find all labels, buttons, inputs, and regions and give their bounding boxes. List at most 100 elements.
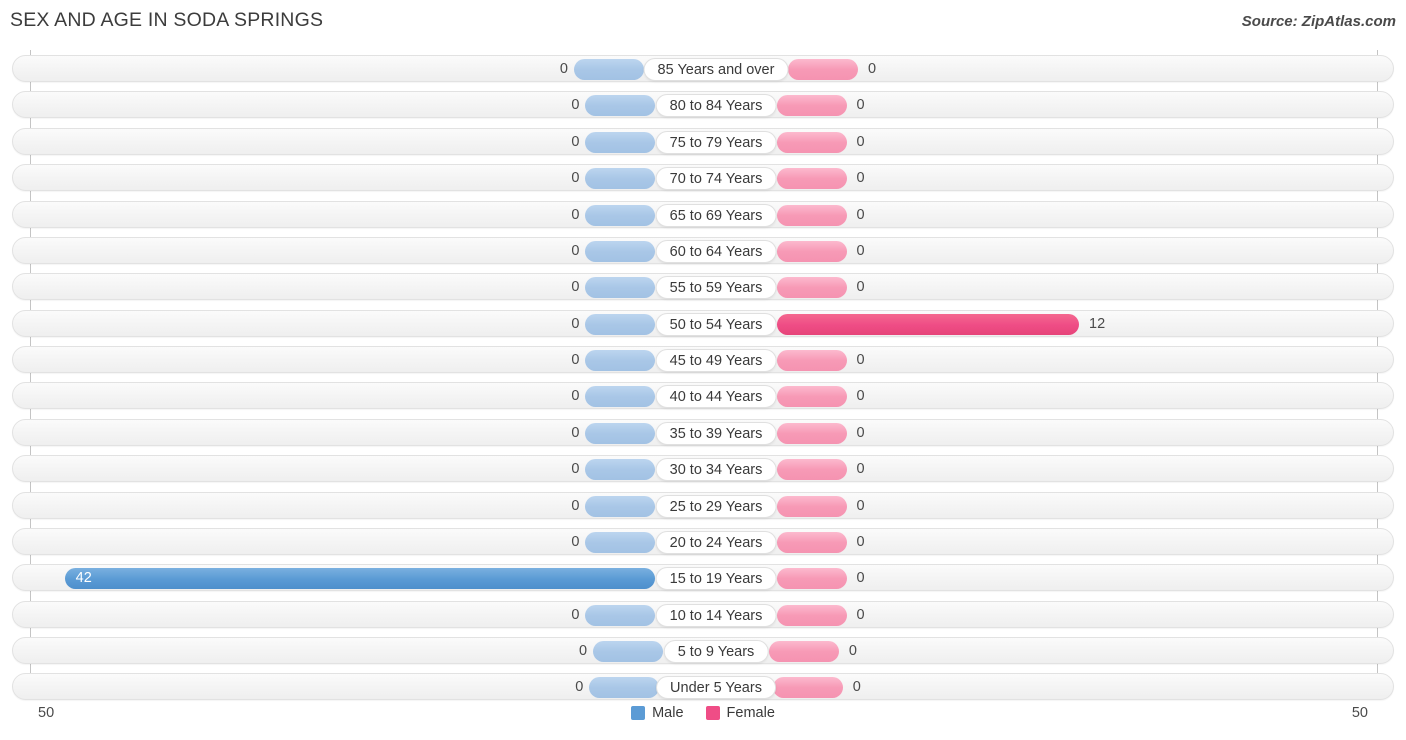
table-row[interactable]: 0 0 55 to 59 Years	[12, 273, 1394, 301]
table-row[interactable]: 0 0 85 Years and over	[12, 55, 1394, 82]
table-row[interactable]: 0 0 75 to 79 Years	[12, 127, 1394, 155]
table-row[interactable]: 0 0 20 to 24 Years	[12, 527, 1394, 555]
female-bar[interactable]	[768, 641, 839, 663]
male-bar[interactable]	[585, 422, 656, 444]
row-inner: 0 0 30 to 34 Years	[13, 456, 1393, 482]
legend-item-male[interactable]: Male	[631, 705, 684, 721]
table-row[interactable]: 0 0 10 to 14 Years	[12, 600, 1394, 628]
table-row[interactable]: 0 0 25 to 29 Years	[12, 491, 1394, 519]
female-bar[interactable]	[776, 350, 847, 372]
age-group-label[interactable]: 55 to 59 Years	[655, 276, 777, 300]
female-value-label: 0	[868, 61, 877, 77]
female-bar[interactable]	[776, 386, 847, 408]
age-group-label[interactable]: 50 to 54 Years	[655, 312, 777, 336]
male-bar[interactable]	[585, 240, 656, 262]
age-group-label[interactable]: 20 to 24 Years	[655, 530, 777, 554]
male-bar[interactable]	[64, 568, 656, 590]
male-bar[interactable]	[585, 204, 656, 226]
table-row[interactable]: 0 0 60 to 64 Years	[12, 236, 1394, 264]
male-value-label: 0	[571, 606, 580, 623]
table-row[interactable]: 0 0 80 to 84 Years	[12, 91, 1394, 119]
female-bar[interactable]	[776, 459, 847, 481]
male-bar[interactable]	[585, 350, 656, 372]
female-bar[interactable]	[776, 422, 847, 444]
female-bar[interactable]	[776, 168, 847, 190]
legend-item-female[interactable]: Female	[705, 705, 775, 721]
age-group-label[interactable]: 10 to 14 Years	[655, 603, 777, 627]
age-group-label[interactable]: 80 to 84 Years	[655, 94, 777, 118]
table-row[interactable]: 0 0 65 to 69 Years	[12, 200, 1394, 228]
age-group-label[interactable]: 65 to 69 Years	[655, 203, 777, 227]
row-inner: 0 0 20 to 24 Years	[13, 529, 1393, 554]
female-value-label: 0	[856, 279, 865, 296]
male-bar[interactable]	[585, 131, 656, 153]
table-row[interactable]: 0 0 70 to 74 Years	[12, 164, 1394, 192]
female-bar[interactable]	[776, 531, 847, 553]
male-bar[interactable]	[585, 168, 656, 190]
age-group-label[interactable]: Under 5 Years	[656, 676, 776, 700]
row-inner: 0 0 85 Years and over	[13, 56, 1393, 81]
male-bar[interactable]	[589, 677, 660, 699]
male-value-label: 0	[575, 679, 584, 696]
female-value-label: 0	[856, 242, 865, 259]
row-inner: 0 0 10 to 14 Years	[13, 602, 1393, 627]
page-title: SEX AND AGE IN SODA SPRINGS	[10, 9, 324, 31]
female-value-label: 0	[856, 533, 865, 550]
chart-plot-area: 0 0 85 Years and over 0 0 80 to 84 Years 0 0 75 …	[0, 50, 1406, 705]
female-bar[interactable]	[788, 59, 859, 80]
male-bar[interactable]	[585, 459, 656, 481]
table-row[interactable]: 0 12 50 to 54 Years	[12, 309, 1394, 337]
male-bar[interactable]	[573, 59, 644, 80]
female-value-label: 12	[1089, 315, 1106, 332]
female-bar[interactable]	[776, 604, 847, 626]
age-group-label[interactable]: 85 Years and over	[643, 58, 789, 81]
female-bar[interactable]	[776, 95, 847, 117]
row-inner: 0 0 80 to 84 Years	[13, 92, 1393, 118]
male-bar[interactable]	[585, 531, 656, 553]
row-inner: 0 0 45 to 49 Years	[13, 347, 1393, 373]
table-row[interactable]: 0 0 40 to 44 Years	[12, 382, 1394, 410]
female-bar[interactable]	[776, 568, 847, 590]
table-row[interactable]: 0 0 Under 5 Years	[12, 673, 1394, 701]
table-row[interactable]: 0 0 5 to 9 Years	[12, 637, 1394, 665]
female-value-label: 0	[848, 643, 857, 660]
female-color-swatch-icon	[705, 706, 720, 720]
row-inner: 0 0 55 to 59 Years	[13, 274, 1393, 300]
chart-header: SEX AND AGE IN SODA SPRINGS Source: ZipA…	[0, 0, 1406, 42]
table-row[interactable]: 0 0 30 to 34 Years	[12, 455, 1394, 483]
age-group-label[interactable]: 25 to 29 Years	[655, 494, 777, 518]
age-group-label[interactable]: 30 to 34 Years	[655, 458, 777, 482]
row-inner: 0 0 35 to 39 Years	[13, 420, 1393, 445]
table-row[interactable]: 0 0 45 to 49 Years	[12, 346, 1394, 374]
male-bar[interactable]	[585, 313, 656, 335]
female-value-label: 0	[856, 570, 865, 587]
male-bar[interactable]	[593, 641, 664, 663]
male-bar[interactable]	[585, 277, 656, 299]
female-bar[interactable]	[776, 240, 847, 262]
chart-footer: 50 50 Male Female	[0, 700, 1406, 740]
female-bar[interactable]	[772, 677, 843, 699]
age-group-label[interactable]: 15 to 19 Years	[655, 567, 777, 591]
age-group-label[interactable]: 35 to 39 Years	[655, 421, 777, 445]
male-bar[interactable]	[585, 95, 656, 117]
female-bar[interactable]	[776, 204, 847, 226]
table-row[interactable]: 0 0 35 to 39 Years	[12, 418, 1394, 446]
row-inner: 42 0 15 to 19 Years	[13, 565, 1393, 591]
table-row[interactable]: 42 0 15 to 19 Years	[12, 564, 1394, 592]
female-bar[interactable]	[776, 495, 847, 517]
male-bar[interactable]	[585, 386, 656, 408]
female-bar[interactable]	[776, 277, 847, 299]
age-group-label[interactable]: 70 to 74 Years	[655, 167, 777, 191]
male-bar[interactable]	[585, 495, 656, 517]
female-bar[interactable]	[776, 131, 847, 153]
age-group-label[interactable]: 5 to 9 Years	[663, 640, 769, 664]
age-group-label[interactable]: 40 to 44 Years	[655, 385, 777, 409]
age-group-label[interactable]: 60 to 64 Years	[655, 239, 777, 263]
row-inner: 0 0 65 to 69 Years	[13, 202, 1393, 227]
age-group-label[interactable]: 75 to 79 Years	[655, 130, 777, 154]
female-value-label: 0	[852, 679, 861, 696]
age-group-label[interactable]: 45 to 49 Years	[655, 349, 777, 373]
legend-label-female: Female	[726, 705, 775, 721]
female-bar[interactable]	[776, 313, 1080, 335]
male-bar[interactable]	[585, 604, 656, 626]
